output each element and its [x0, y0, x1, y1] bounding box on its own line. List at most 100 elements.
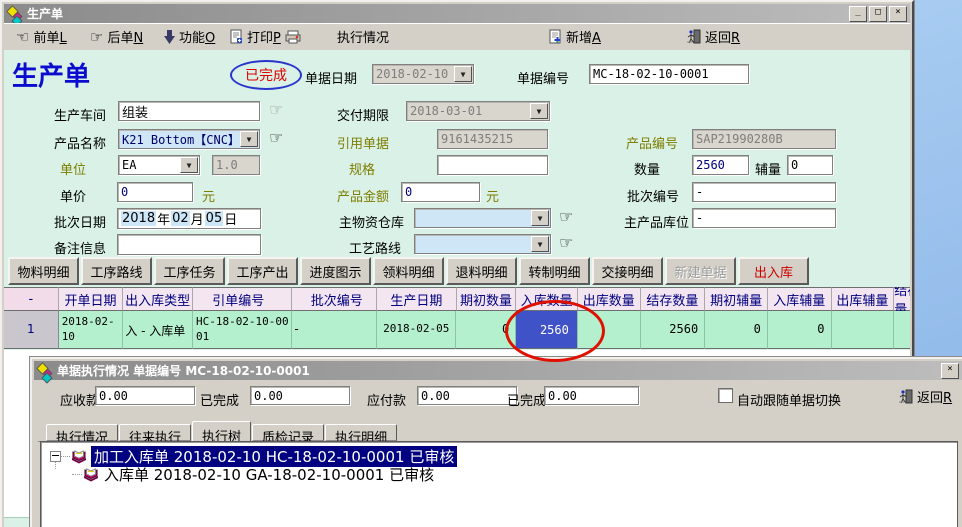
tree-item-label[interactable]: 入库单 2018-02-10 GA-18-02-10-0001 已审核: [104, 464, 434, 485]
tab-process-output[interactable]: 工序产出: [227, 257, 298, 285]
column-header[interactable]: 生产日期: [377, 287, 457, 311]
completed2-input[interactable]: 0.00: [544, 386, 639, 405]
doc-date-select[interactable]: 2018-02-10 ▼: [372, 64, 474, 84]
tab-process-task[interactable]: 工序任务: [154, 257, 225, 285]
doc-no-input[interactable]: MC-18-02-10-0001: [589, 64, 749, 84]
location-input[interactable]: -: [692, 208, 836, 228]
tab-transactions[interactable]: 往来执行: [119, 424, 191, 441]
spec-input[interactable]: [437, 155, 548, 175]
maximize-button[interactable]: □: [869, 6, 887, 22]
close-button[interactable]: ×: [941, 363, 959, 379]
subwindow-return-button[interactable]: 返回R: [898, 387, 952, 406]
unit-factor-input: 1.0: [212, 155, 260, 175]
page-title: 生产单: [12, 56, 90, 93]
tab-exec-status[interactable]: 执行情况: [46, 424, 118, 441]
amount-input[interactable]: 0: [401, 182, 480, 202]
unit-select[interactable]: EA ▼: [118, 155, 200, 175]
payable-input[interactable]: 0.00: [417, 386, 517, 405]
close-button[interactable]: ×: [889, 6, 907, 22]
column-header[interactable]: 结存辅量: [894, 287, 910, 311]
window-title: 生产单: [27, 5, 63, 22]
toolbar-return[interactable]: 返回R: [686, 27, 740, 46]
column-header[interactable]: 批次编号: [292, 287, 377, 311]
ref-no-cell[interactable]: HC-18-02-10-0001: [193, 311, 292, 349]
chevron-down-icon[interactable]: ▼: [531, 210, 549, 226]
chevron-down-icon[interactable]: ▼: [531, 236, 549, 252]
delivery-select[interactable]: 2018-03-01 ▼: [406, 101, 550, 121]
tab-in-out-stock[interactable]: 出入库: [738, 257, 809, 285]
product-name-select[interactable]: K21 Bottom【CNC】 ▼: [118, 129, 260, 149]
toolbar-next-doc[interactable]: ☞ 后单N: [90, 27, 143, 46]
column-header[interactable]: 期初数量: [457, 287, 517, 311]
chevron-down-icon[interactable]: ▼: [240, 131, 258, 147]
inout-type-cell[interactable]: 入 - 入库单: [123, 311, 193, 349]
open-date-cell[interactable]: 2018-02-10: [59, 311, 124, 349]
chevron-down-icon[interactable]: ▼: [530, 103, 548, 119]
tab-qc-records[interactable]: 质检记录: [252, 424, 324, 441]
init-aux-cell[interactable]: 0: [705, 311, 768, 349]
remark-input[interactable]: [117, 234, 261, 255]
workshop-picker-hand-icon[interactable]: ☞: [269, 100, 283, 119]
completed2-label: 已完成: [507, 390, 546, 409]
doc-date-label: 单据日期: [305, 68, 357, 87]
workshop-input[interactable]: 组装: [118, 101, 260, 121]
balance-aux-cell[interactable]: [894, 311, 910, 349]
column-header[interactable]: 期初辅量: [705, 287, 768, 311]
completed1-input[interactable]: 0.00: [250, 386, 350, 405]
batch-no-input[interactable]: -: [692, 182, 836, 202]
inout-table: - 开单日期 出入库类型 引单编号 批次编号 生产日期 期初数量 入库数量 出库…: [4, 287, 910, 349]
column-header[interactable]: 出入库类型: [123, 287, 193, 311]
route-picker-hand-icon[interactable]: ☞: [559, 233, 573, 252]
auto-follow-checkbox[interactable]: [718, 388, 733, 403]
column-header[interactable]: -: [4, 287, 59, 311]
tab-exec-tree[interactable]: 执行树: [192, 421, 251, 442]
product-picker-hand-icon[interactable]: ☞: [269, 128, 283, 147]
column-header[interactable]: 开单日期: [59, 287, 124, 311]
toolbar-prev-doc[interactable]: ☜ 前单L: [16, 27, 67, 46]
column-header[interactable]: 结存数量: [641, 287, 706, 311]
tab-exec-detail[interactable]: 执行明细: [325, 424, 397, 441]
toolbar-functions[interactable]: 功能O: [164, 27, 215, 46]
toolbar-print[interactable]: 打印P: [230, 27, 301, 46]
batch-date-input[interactable]: 2018年02月05日: [117, 208, 261, 229]
toolbar-add-new[interactable]: 新增A: [549, 27, 601, 46]
main-titlebar[interactable]: 生产单 _ □ ×: [4, 4, 910, 23]
balance-qty-cell[interactable]: 2560: [641, 311, 706, 349]
warehouse-select[interactable]: ▼: [414, 208, 551, 228]
batch-no-cell[interactable]: -: [292, 311, 377, 349]
receivable-input[interactable]: 0.00: [95, 386, 195, 405]
chevron-down-icon[interactable]: ▼: [454, 66, 472, 82]
tab-picking-detail[interactable]: 领料明细: [373, 257, 444, 285]
warehouse-picker-hand-icon[interactable]: ☞: [559, 207, 573, 226]
prod-date-cell[interactable]: 2018-02-05: [377, 311, 457, 349]
tab-transfer-detail[interactable]: 转制明细: [519, 257, 590, 285]
aux-qty-input[interactable]: 0: [787, 155, 833, 175]
hand-left-icon: ☜: [16, 30, 29, 44]
tree-item-child[interactable]: 入库单 2018-02-10 GA-18-02-10-0001 已审核: [72, 464, 434, 485]
tab-return-detail[interactable]: 退料明细: [446, 257, 517, 285]
tab-process-route[interactable]: 工序路线: [81, 257, 152, 285]
payable-label: 应付款: [367, 390, 406, 409]
tab-material-detail[interactable]: 物料明细: [8, 257, 79, 285]
out-aux-cell[interactable]: [832, 311, 895, 349]
in-aux-cell[interactable]: 0: [768, 311, 832, 349]
subwindow-titlebar[interactable]: 单据执行情况 单据编号 MC-18-02-10-0001 ×: [34, 361, 962, 380]
row-number-cell[interactable]: 1: [4, 311, 59, 349]
price-input[interactable]: 0: [117, 182, 193, 202]
chevron-down-icon[interactable]: ▼: [180, 157, 198, 173]
tab-progress-chart[interactable]: 进度图示: [300, 257, 371, 285]
minimize-button[interactable]: _: [849, 6, 867, 22]
column-header[interactable]: 入库辅量: [768, 287, 832, 311]
tab-handover-detail[interactable]: 交接明细: [592, 257, 663, 285]
column-header[interactable]: 出库辅量: [832, 287, 895, 311]
route-select[interactable]: ▼: [414, 234, 551, 254]
table-row[interactable]: 1 2018-02-10 入 - 入库单 HC-18-02-10-0001 - …: [4, 311, 910, 349]
collapse-icon[interactable]: [50, 451, 61, 462]
column-header[interactable]: 引单编号: [193, 287, 293, 311]
yuan-label: 元: [486, 186, 499, 205]
toolbar-exec-status[interactable]: 执行情况: [337, 27, 389, 46]
ref-doc-input: 9161435215: [437, 129, 548, 149]
qty-input[interactable]: 2560: [692, 155, 749, 175]
receivable-label: 应收款: [60, 390, 99, 409]
subwindow-title: 单据执行情况 单据编号 MC-18-02-10-0001: [57, 362, 310, 379]
